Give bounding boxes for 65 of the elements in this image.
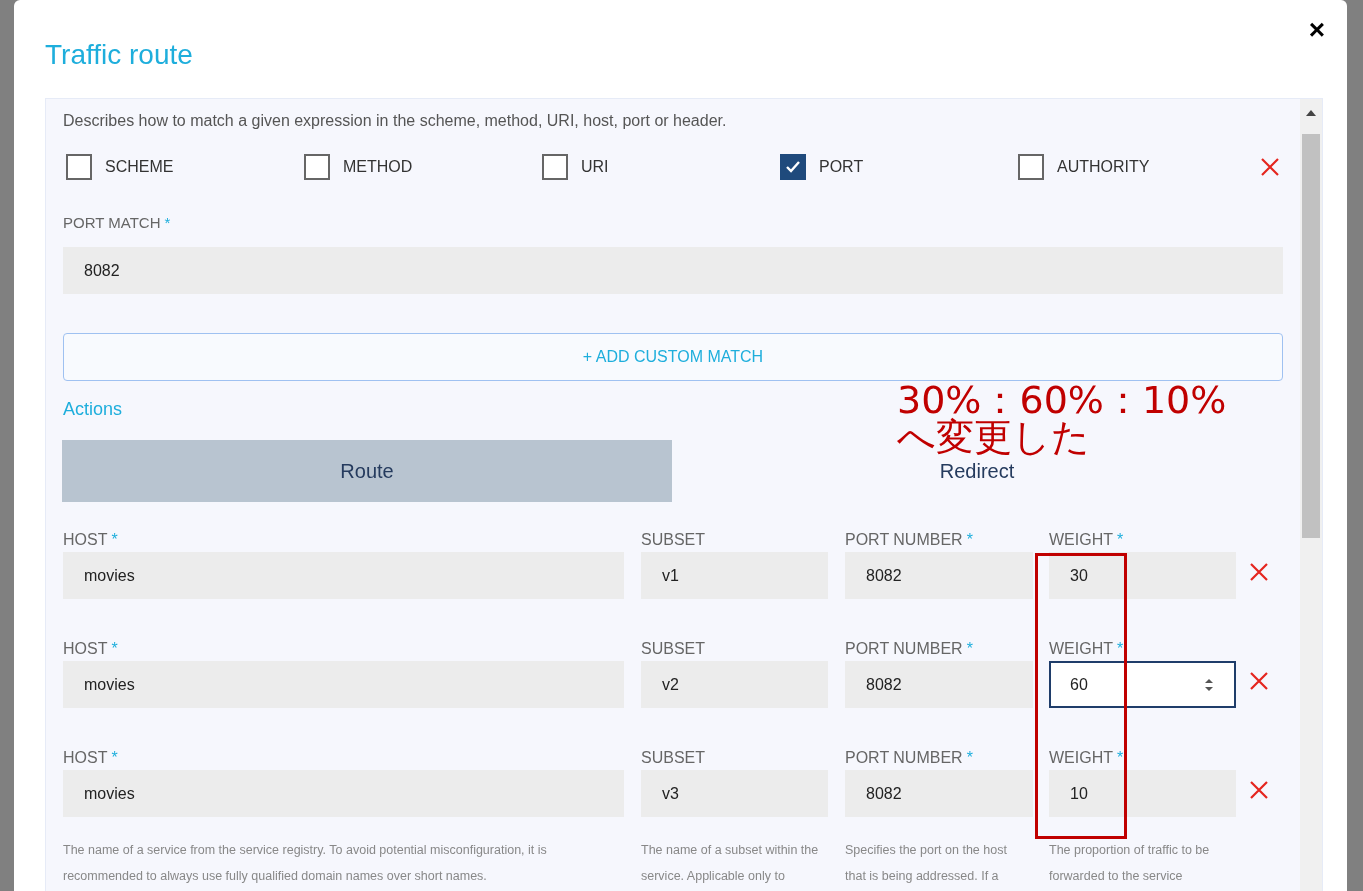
input-field[interactable]: 60 [1049, 661, 1236, 708]
spinner-icon[interactable] [1204, 676, 1214, 693]
input-field[interactable]: 8082 [845, 661, 1033, 708]
input-field[interactable]: 8082 [845, 770, 1033, 817]
field-label: HOST [63, 749, 108, 766]
field-label: PORT NUMBER [845, 749, 963, 766]
field-label: SUBSET [641, 749, 705, 766]
section-title: Actions [63, 398, 123, 420]
match-description: Describes how to match a given expression in the scheme, method, URI, host, port or header. [63, 111, 728, 131]
checkbox-label: SCHEME [105, 157, 174, 177]
input-field[interactable]: v2 [641, 661, 828, 708]
input-field[interactable]: movies [63, 552, 624, 599]
annotation-text: へ変更した [897, 419, 1091, 456]
field-label: SUBSET [641, 640, 705, 657]
help-text: The proportion of traffic to be forwarded to the service [1049, 842, 1211, 885]
input-field[interactable]: 30 [1049, 552, 1236, 599]
input-field[interactable]: 10 [1049, 770, 1236, 817]
input-field[interactable]: 8082 [845, 552, 1033, 599]
input-field[interactable]: v3 [641, 770, 828, 817]
required-mark: * [111, 640, 118, 657]
field-label: PORT NUMBER [845, 640, 963, 657]
required-mark: * [966, 531, 973, 548]
required-mark: * [966, 640, 973, 657]
checkbox-label: URI [581, 157, 609, 177]
annotation-text: 30%：60%：10% [897, 382, 1227, 419]
help-text: Specifies the port on the host that is being addressed. If a [845, 842, 1008, 885]
required-mark: * [1117, 640, 1124, 657]
required-mark: * [966, 749, 973, 766]
field-label: WEIGHT [1049, 640, 1113, 657]
input-field[interactable]: movies [63, 661, 624, 708]
checkbox-label: AUTHORITY [1057, 157, 1150, 177]
checkbox[interactable] [66, 154, 92, 180]
checkbox[interactable] [304, 154, 330, 180]
help-text: The name of a service from the service registry. To avoid potential misconfiguration, it is recommended to always use fully qualified domain names over short names. [63, 842, 548, 885]
input-field[interactable]: movies [63, 770, 624, 817]
field-label: WEIGHT [1049, 531, 1113, 548]
scroll-up-icon[interactable] [1306, 109, 1316, 117]
required-mark: * [1117, 531, 1124, 548]
close-button[interactable]: × [1308, 16, 1325, 44]
required-mark: * [111, 531, 118, 548]
remove-icon[interactable] [1249, 671, 1269, 691]
remove-icon[interactable] [1249, 780, 1269, 800]
checkbox[interactable] [780, 154, 806, 180]
required-mark: * [111, 749, 118, 766]
remove-icon[interactable] [1260, 157, 1280, 177]
field-label: HOST [63, 640, 108, 657]
action-tab[interactable]: Route [62, 440, 672, 502]
field-label: PORT NUMBER [845, 531, 963, 548]
checkbox[interactable] [542, 154, 568, 180]
field-label: HOST [63, 531, 108, 548]
checkbox-label: PORT [819, 157, 864, 177]
field-label: PORT MATCH [63, 214, 161, 231]
field-label: SUBSET [641, 531, 705, 548]
checkbox[interactable] [1018, 154, 1044, 180]
field-label: WEIGHT [1049, 749, 1113, 766]
help-text: The name of a subset within the service. Applicable only to [641, 842, 820, 885]
remove-icon[interactable] [1249, 562, 1269, 582]
required-mark: * [1117, 749, 1124, 766]
scrollbar-thumb[interactable] [1302, 134, 1320, 538]
required-mark: * [164, 214, 171, 231]
input-field[interactable]: v1 [641, 552, 828, 599]
scrollbar[interactable] [1300, 99, 1322, 891]
dialog-title: Traffic route [45, 38, 193, 72]
checkbox-label: METHOD [343, 157, 413, 177]
input-field[interactable]: 8082 [63, 247, 1283, 294]
